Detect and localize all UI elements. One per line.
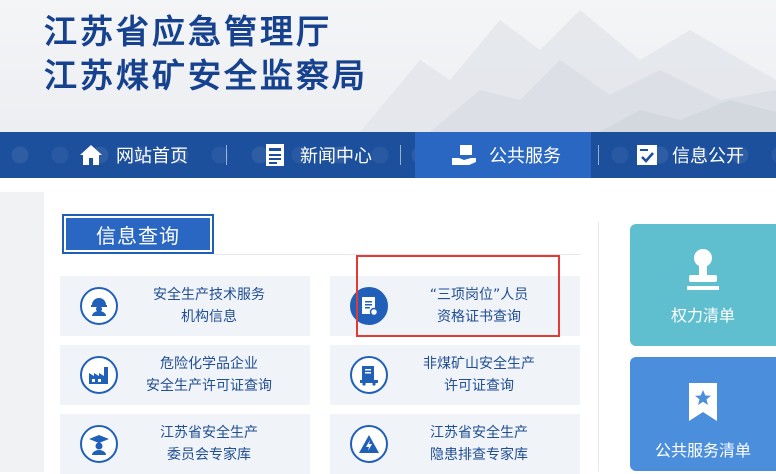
nav-label: 公共服务: [489, 146, 561, 167]
seal-stamp-icon: [630, 224, 776, 294]
nav-label: 新闻中心: [300, 146, 372, 167]
news-icon: [262, 142, 288, 168]
mine-cart-icon: [350, 356, 388, 394]
worker-helmet-icon: [80, 287, 118, 325]
site-title-line2: 江苏煤矿安全监察局: [44, 56, 368, 95]
card-line1: 江苏省安全生产: [430, 425, 528, 441]
nav-item-info-public[interactable]: 信息公开: [634, 132, 744, 178]
bookmark-star-icon: [630, 357, 776, 423]
card-safety-committee-experts[interactable]: 江苏省安全生产 委员会专家库: [60, 414, 310, 474]
card-hazardous-chemicals-license[interactable]: 危险化学品企业 安全生产许可证查询: [60, 345, 310, 405]
side-button-power-list[interactable]: 权力清单: [630, 224, 776, 346]
nav-divider: [400, 145, 401, 165]
nav-divider: [598, 145, 599, 165]
nav-divider: [226, 145, 227, 165]
factory-icon: [80, 356, 118, 394]
main-nav: 网站首页 新闻中心 公共服务 信息公开: [0, 132, 776, 178]
side-button-label: 公共服务清单: [654, 441, 751, 460]
card-line2: 隐患排查专家库: [430, 447, 528, 463]
card-line1: 安全生产技术服务: [153, 287, 265, 303]
nav-item-public-service[interactable]: 公共服务: [415, 132, 591, 178]
site-title-line1: 江苏省应急管理厅: [44, 12, 332, 51]
service-hand-icon: [451, 142, 477, 168]
card-tech-service[interactable]: 安全生产技术服务 机构信息: [60, 276, 310, 336]
column-divider: [598, 222, 599, 471]
card-line1: 江苏省安全生产: [160, 425, 258, 441]
card-line2: 安全生产许可证查询: [146, 378, 272, 394]
highlight-box: [356, 255, 560, 337]
info-check-icon: [634, 142, 660, 168]
nav-item-home[interactable]: 网站首页: [78, 132, 188, 178]
site-header: 江苏省应急管理厅 江苏煤矿安全监察局: [0, 0, 776, 132]
card-non-coal-mine-license[interactable]: 非煤矿山安全生产 许可证查询: [330, 345, 580, 405]
card-hazard-inspection-experts[interactable]: 江苏省安全生产 隐患排查专家库: [330, 414, 580, 474]
home-icon: [78, 142, 104, 168]
side-button-label: 权力清单: [670, 306, 735, 325]
side-button-public-service-list[interactable]: 公共服务清单: [630, 357, 776, 471]
section-title: 信息查询: [66, 218, 210, 250]
hazard-warning-icon: [350, 425, 388, 463]
card-line1: 危险化学品企业: [160, 356, 258, 372]
nav-item-news[interactable]: 新闻中心: [262, 132, 372, 178]
card-line2: 机构信息: [181, 309, 237, 325]
nav-label: 网站首页: [116, 146, 188, 167]
expert-graduate-icon: [80, 425, 118, 463]
card-line1: 非煤矿山安全生产: [423, 356, 535, 372]
card-line2: 委员会专家库: [167, 447, 251, 463]
left-panel-edge: [0, 192, 44, 472]
nav-label: 信息公开: [672, 146, 744, 167]
section-title-box: 信息查询: [62, 214, 214, 254]
card-line2: 许可证查询: [444, 378, 514, 394]
